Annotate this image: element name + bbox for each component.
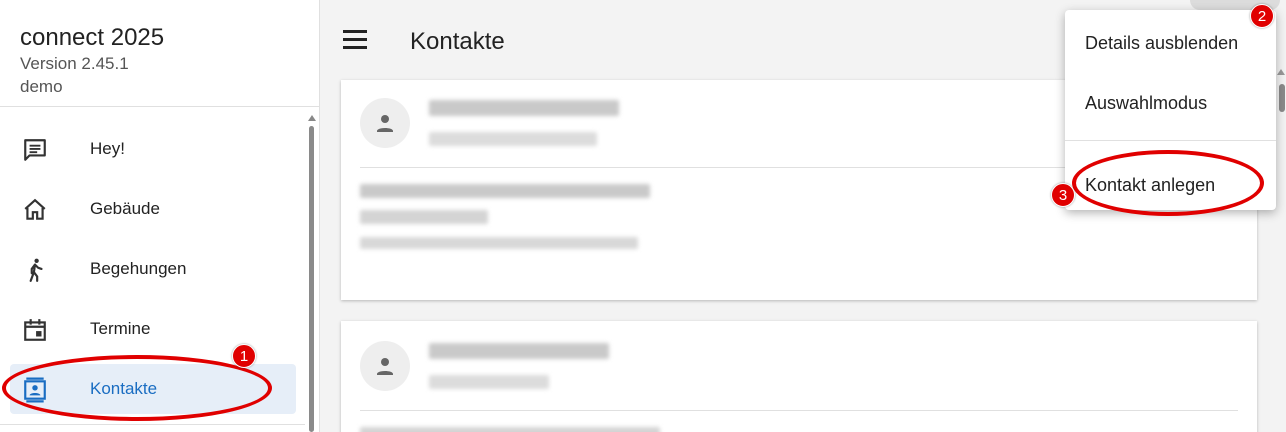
app-title: connect 2025	[20, 24, 165, 51]
card-divider	[360, 410, 1238, 411]
avatar	[360, 341, 410, 391]
chat-icon	[22, 137, 48, 163]
menu-item-auswahlmodus[interactable]: Auswahlmodus	[1065, 73, 1276, 129]
annotation-badge-3: 3	[1051, 183, 1075, 207]
person-icon	[377, 115, 393, 132]
contact-card[interactable]	[341, 321, 1257, 432]
app-root: connect 2025 Version 2.45.1 demo Hey! Ge…	[0, 0, 1286, 432]
sidebar-item-termine[interactable]: Termine	[10, 304, 296, 354]
hamburger-menu-icon[interactable]	[343, 30, 367, 50]
menu-item-label: Details ausblenden	[1085, 33, 1239, 53]
menu-item-details-ausblenden[interactable]: Details ausblenden	[1065, 13, 1276, 69]
content-scrollbar-thumb[interactable]	[1279, 84, 1285, 112]
person-icon	[377, 358, 393, 375]
avatar	[360, 98, 410, 148]
sidebar-scrollbar-thumb[interactable]	[309, 126, 314, 432]
blurred-contact-detail	[360, 237, 638, 249]
sidebar-item-label: Begehungen	[90, 259, 187, 278]
blurred-contact-name	[429, 100, 619, 116]
blurred-contact-detail	[360, 210, 488, 224]
annotation-ellipse	[1072, 150, 1264, 216]
blurred-contact-detail	[360, 184, 650, 198]
page-title: Kontakte	[410, 28, 505, 55]
sidebar-item-label: Gebäude	[90, 199, 160, 218]
sidebar-item-label: Termine	[90, 319, 151, 338]
blurred-contact-detail	[360, 427, 660, 432]
calendar-icon	[22, 317, 48, 343]
walking-icon	[22, 257, 48, 283]
sidebar-item-label: Hey!	[90, 139, 125, 158]
sidebar-divider	[0, 424, 305, 425]
sidebar-divider	[0, 106, 320, 107]
scroll-up-arrow-icon[interactable]	[308, 115, 316, 121]
sidebar-item-begehungen[interactable]: Begehungen	[10, 244, 296, 294]
app-version: Version 2.45.1	[20, 54, 129, 73]
annotation-ellipse	[2, 355, 272, 421]
menu-item-label: Auswahlmodus	[1085, 93, 1208, 113]
sidebar-item-hey[interactable]: Hey!	[10, 124, 296, 174]
annotation-badge-2: 2	[1250, 4, 1274, 28]
blurred-contact-subtitle	[429, 132, 597, 146]
home-icon	[22, 197, 48, 223]
scroll-up-arrow-icon[interactable]	[1277, 69, 1285, 75]
sidebar-item-gebaeude[interactable]: Gebäude	[10, 184, 296, 234]
blurred-contact-subtitle	[429, 375, 549, 389]
blurred-contact-name	[429, 343, 609, 359]
menu-divider	[1065, 140, 1276, 141]
app-environment: demo	[20, 77, 63, 96]
annotation-badge-1: 1	[232, 344, 256, 368]
